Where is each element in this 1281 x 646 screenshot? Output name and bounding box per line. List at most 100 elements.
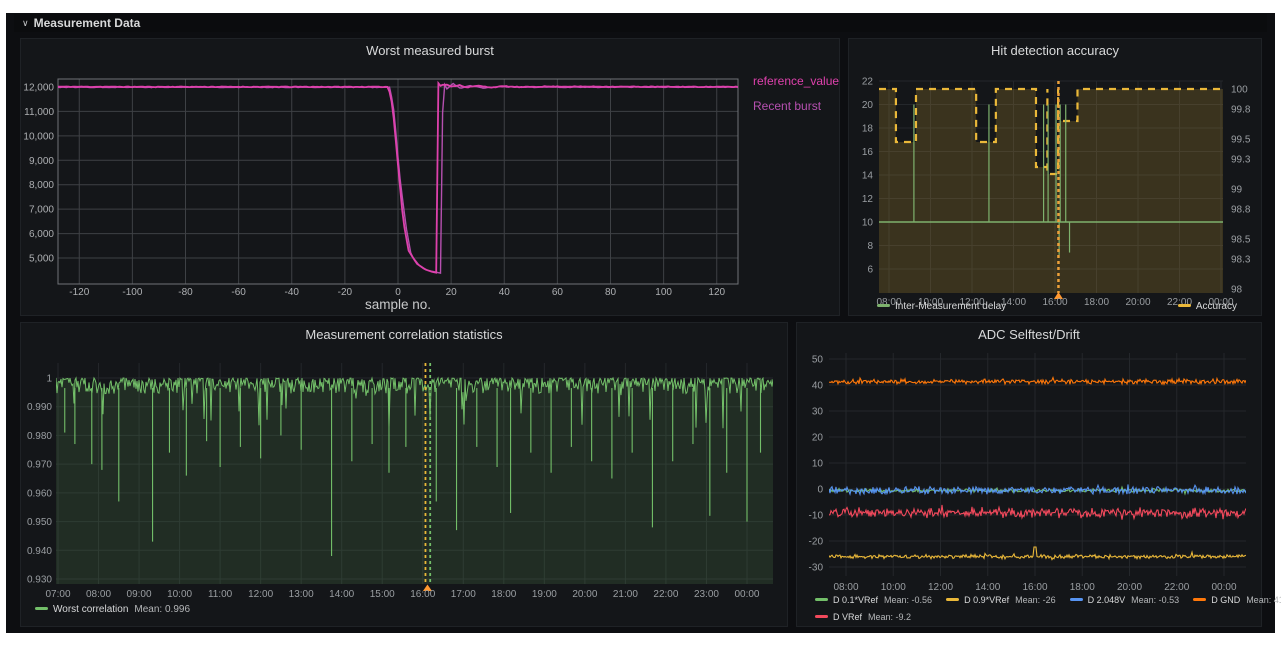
- tick-label: 20:00: [572, 589, 597, 600]
- tick-label: 0.940: [27, 546, 52, 557]
- tick-label: 08:00: [833, 582, 858, 593]
- legend-item-d-0-9-vref[interactable]: D 0.9*VRef Mean: -26: [946, 595, 1056, 605]
- legend-item-worst-correlation[interactable]: Worst correlationMean: 0.996: [35, 604, 190, 615]
- tick-label: 12,000: [23, 83, 54, 94]
- tick-label: 100: [1231, 85, 1248, 96]
- grafana-dashboard: ∨ Measurement Data Worst measured burst …: [6, 13, 1275, 633]
- legend-series-color-icon: [1193, 598, 1206, 601]
- legend-series-name: Recent burst: [753, 99, 821, 113]
- hit-detection-accuracy-chart[interactable]: 08:0010:0012:0014:0016:0018:0020:0022:00…: [849, 39, 1263, 317]
- tick-label: 1: [46, 374, 52, 385]
- tick-label: 18:00: [491, 589, 516, 600]
- series-group: [829, 378, 1246, 560]
- tick-label: 14:00: [975, 582, 1000, 593]
- tick-label: -40: [285, 287, 300, 298]
- tick-label: 18: [862, 124, 874, 135]
- legend-series-name: Accuracy: [1196, 301, 1237, 312]
- tick-label: 20:00: [1117, 582, 1142, 593]
- legend-series-name: D 0.9*VRef: [964, 595, 1009, 605]
- worst-measured-burst-chart[interactable]: -120-100-80-60-40-2002040608010012012,00…: [21, 39, 841, 317]
- tick-label: 7,000: [29, 205, 54, 216]
- tick-label: 00:00: [1211, 582, 1236, 593]
- tick-label: 15:00: [370, 589, 395, 600]
- tick-label: -80: [178, 287, 193, 298]
- legend-series-mean: Mean: -0.53: [1131, 595, 1179, 605]
- tick-label: 07:00: [45, 589, 70, 600]
- legend-item-d-vref[interactable]: D VRef Mean: -9.2: [815, 612, 911, 622]
- legend-series-color-icon: [35, 607, 48, 610]
- tick-label: 0.970: [27, 460, 52, 471]
- tick-label: 30: [812, 407, 824, 418]
- legend: reference_value Recent burst: [753, 69, 853, 119]
- tick-label: 8,000: [29, 180, 54, 191]
- series-d-vref[interactable]: [829, 505, 1246, 520]
- tick-label: 19:00: [532, 589, 557, 600]
- tick-label: 0.930: [27, 575, 52, 586]
- legend-series-mean: Mean: -9.2: [868, 612, 911, 622]
- tick-label: 21:00: [613, 589, 638, 600]
- tick-label: 23:00: [694, 589, 719, 600]
- tick-label: 00:00: [734, 589, 759, 600]
- tick-label: 98.8: [1231, 205, 1251, 216]
- measurement-correlation-chart[interactable]: 07:0008:0009:0010:0011:0012:0013:0014:00…: [21, 323, 789, 628]
- legend: Inter-Measurement delay Accuracy: [877, 301, 1243, 312]
- screenshot-stage: ∨ Measurement Data Worst measured burst …: [0, 0, 1281, 646]
- tick-label: -20: [809, 537, 824, 548]
- legend-row-2: D VRef Mean: -9.2: [815, 612, 925, 622]
- tick-label: 0: [817, 485, 823, 496]
- legend-series-name: D VRef: [833, 612, 862, 622]
- legend-item-d-2-048v[interactable]: D 2.048V Mean: -0.53: [1070, 595, 1180, 605]
- legend-series-color-icon: [877, 304, 890, 307]
- tick-label: 11,000: [24, 107, 54, 118]
- tick-label: 6,000: [29, 229, 54, 240]
- series-d-0-9-vref[interactable]: [829, 547, 1246, 560]
- legend-series-name: reference_value: [753, 74, 839, 88]
- tick-label: 22:00: [653, 589, 678, 600]
- tick-label: 13:00: [289, 589, 314, 600]
- legend-item-reference-value[interactable]: reference_value: [753, 69, 839, 94]
- legend-series-name: D 2.048V: [1088, 595, 1126, 605]
- legend-item-accuracy[interactable]: Accuracy: [1178, 301, 1243, 312]
- legend-item-recent-burst[interactable]: Recent burst: [753, 94, 839, 119]
- tick-label: 12:00: [928, 582, 953, 593]
- tick-label: 99.3: [1231, 155, 1251, 166]
- legend-series-name: D GND: [1211, 595, 1240, 605]
- tick-label: 10: [812, 459, 824, 470]
- tick-label: 10:00: [167, 589, 192, 600]
- row-collapse-chevron-icon: ∨: [22, 18, 29, 29]
- tick-label: 0.950: [27, 517, 52, 528]
- legend-item-inter-measurement-delay[interactable]: Inter-Measurement delay: [877, 301, 1012, 312]
- panel-hit-detection-accuracy: Hit detection accuracy 08:0010:0012:0014…: [848, 38, 1262, 316]
- axis-labels: -120-100-80-60-40-2002040608010012012,00…: [23, 83, 725, 313]
- tick-label: 16: [862, 147, 874, 158]
- tick-label: 12: [862, 194, 874, 205]
- legend-series-mean: Mean: -26: [1015, 595, 1056, 605]
- tick-label: 22:00: [1164, 582, 1189, 593]
- tick-label: 20: [812, 433, 824, 444]
- panel-worst-measured-burst: Worst measured burst -120-100-80-60-40-2…: [20, 38, 840, 316]
- tick-label: 8: [867, 241, 873, 252]
- panel-measurement-correlation-statistics: Measurement correlation statistics 07:00…: [20, 322, 788, 627]
- series-d-gnd[interactable]: [829, 378, 1246, 385]
- tick-label: 12:00: [248, 589, 273, 600]
- legend: Worst correlationMean: 0.996: [35, 604, 204, 615]
- tick-label: 08:00: [86, 589, 111, 600]
- legend-item-d-0-1-vref[interactable]: D 0.1*VRef Mean: -0.56: [815, 595, 932, 605]
- tick-label: 0.990: [27, 402, 52, 413]
- legend-series-name: D 0.1*VRef: [833, 595, 878, 605]
- legend-series-color-icon: [1070, 598, 1083, 601]
- legend-series-mean: Mean: -0.56: [884, 595, 932, 605]
- legend-series-mean: Mean: 41.3: [1246, 595, 1281, 605]
- row-header-measurement-data[interactable]: ∨ Measurement Data: [14, 14, 1267, 32]
- tick-label: 99: [1231, 185, 1243, 196]
- legend-series-mean: Mean: 0.996: [134, 604, 190, 615]
- tick-label: 50: [812, 355, 824, 366]
- tick-label: 11:00: [208, 589, 233, 600]
- tick-label: 98.3: [1231, 255, 1251, 266]
- tick-label: 40: [499, 287, 511, 298]
- adc-selftest-drift-chart[interactable]: 08:0010:0012:0014:0016:0018:0020:0022:00…: [797, 323, 1263, 628]
- legend-item-d-gnd[interactable]: D GND Mean: 41.3: [1193, 595, 1281, 605]
- tick-label: -30: [809, 563, 824, 574]
- tick-label: 120: [708, 287, 725, 298]
- tick-label: 10,000: [23, 131, 54, 142]
